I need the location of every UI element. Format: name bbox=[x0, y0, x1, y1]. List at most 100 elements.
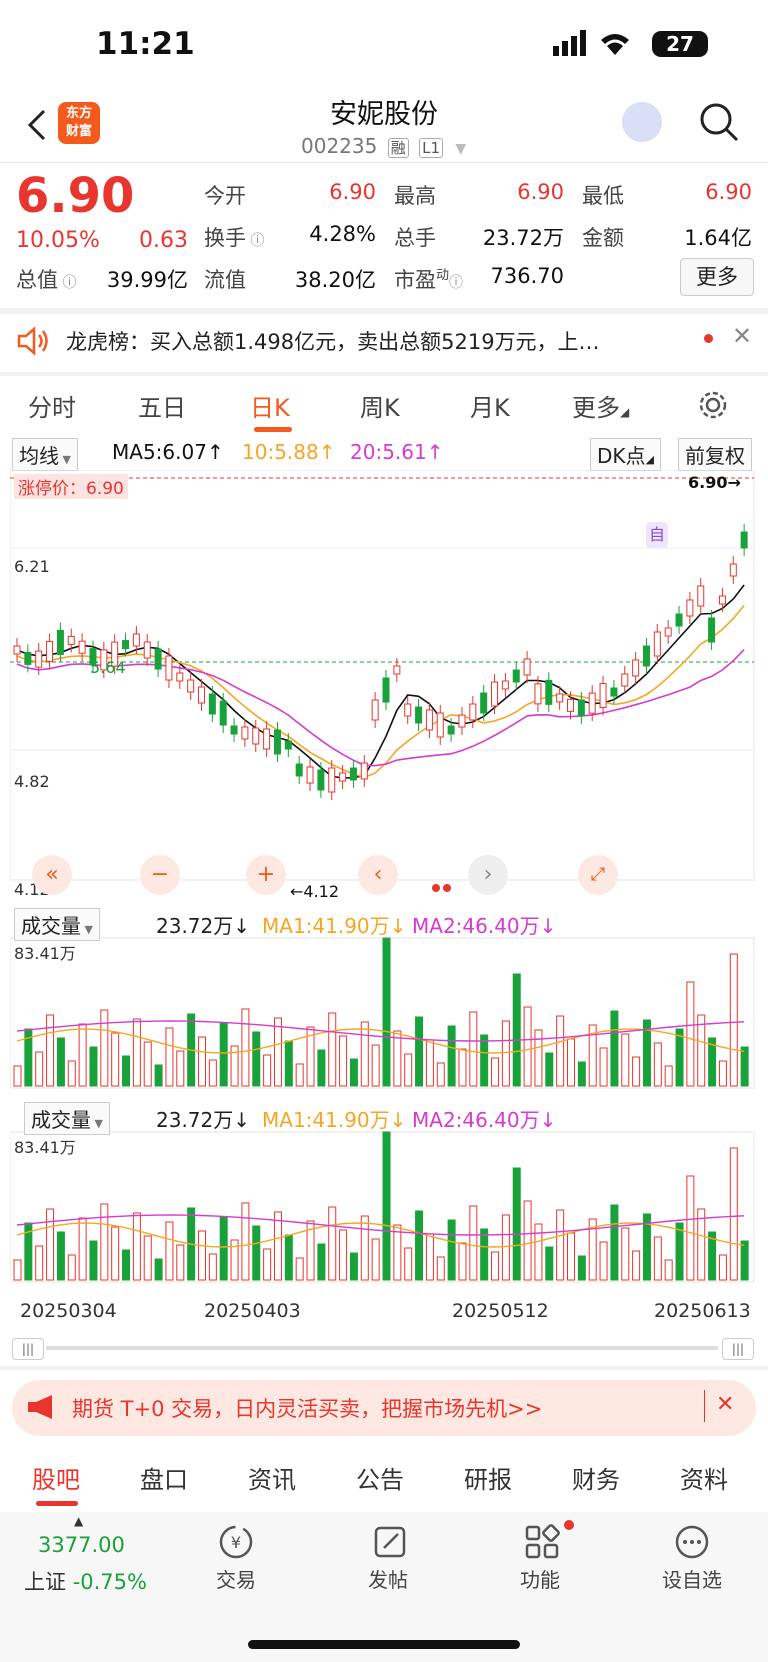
tab-news[interactable]: 资讯 bbox=[248, 1460, 296, 1495]
index-summary[interactable]: 上证 -0.75% bbox=[24, 1566, 147, 1596]
date-label: 20250304 bbox=[20, 1300, 117, 1322]
active-tab-indicator bbox=[254, 427, 292, 432]
volume-bar bbox=[46, 1014, 55, 1087]
tab-profile[interactable]: 资料 bbox=[680, 1460, 728, 1495]
volume-bar bbox=[436, 1256, 445, 1281]
open-label: 今开 bbox=[204, 184, 246, 208]
volume-bar bbox=[371, 1238, 380, 1281]
search-icon[interactable] bbox=[697, 100, 741, 144]
index-value[interactable]: 3377.00 bbox=[38, 1533, 125, 1557]
add-watchlist-label[interactable]: 设自选 bbox=[642, 1564, 742, 1593]
candle bbox=[208, 693, 216, 715]
ma-select[interactable]: 均线 ▼ bbox=[12, 438, 78, 471]
tab-orderbook[interactable]: 盘口 bbox=[140, 1460, 188, 1495]
candle bbox=[35, 650, 43, 668]
adjust-button[interactable]: 前复权 bbox=[678, 438, 752, 471]
volume-bar bbox=[360, 1215, 369, 1281]
volume-bar bbox=[132, 1018, 141, 1087]
candle bbox=[567, 698, 574, 712]
volume-bar bbox=[176, 1244, 185, 1281]
volume-bar bbox=[198, 1036, 206, 1087]
volume-bar bbox=[328, 1206, 337, 1281]
tab-weekly-k[interactable]: 周K bbox=[360, 388, 400, 423]
volume-bar bbox=[501, 1214, 510, 1281]
grid-icon[interactable] bbox=[524, 1524, 560, 1560]
amount-label: 金额 bbox=[582, 226, 624, 250]
volume-select-2[interactable]: 成交量 ▼ bbox=[24, 1102, 110, 1135]
chart-scrollbar[interactable]: ||| ||| bbox=[12, 1338, 754, 1360]
volume-bar bbox=[556, 1209, 565, 1281]
last-price: 6.90 bbox=[16, 168, 135, 224]
assistant-robot-icon[interactable] bbox=[622, 102, 662, 142]
edit-icon[interactable] bbox=[372, 1524, 408, 1560]
volume-bar bbox=[664, 1065, 673, 1087]
volume-select-1[interactable]: 成交量 ▼ bbox=[14, 908, 100, 941]
megaphone-icon bbox=[28, 1395, 52, 1419]
tab-forum[interactable]: 股吧 bbox=[32, 1460, 80, 1495]
prev-button[interactable]: ‹ bbox=[358, 855, 398, 895]
volume-bar bbox=[491, 1251, 500, 1281]
volume-bar bbox=[154, 1258, 163, 1281]
volume-bar bbox=[339, 1035, 348, 1087]
volume-bar bbox=[284, 1234, 293, 1281]
float-value: 38.20亿 bbox=[294, 268, 376, 292]
stock-code-row[interactable]: 002235 融 L1 ▼ bbox=[301, 134, 466, 158]
dk-point-button[interactable]: DK点◢ bbox=[590, 438, 661, 471]
open-value: 6.90 bbox=[329, 180, 376, 204]
date-label: 20250613 bbox=[654, 1300, 751, 1322]
volume-bar bbox=[328, 1012, 337, 1087]
more-dots-icon[interactable] bbox=[674, 1524, 710, 1560]
tab-announcements[interactable]: 公告 bbox=[356, 1460, 404, 1495]
volume-bar bbox=[567, 1232, 575, 1281]
news-text[interactable]: 龙虎榜：买入总额1.498亿元，卖出总额5219万元，上… bbox=[66, 326, 666, 356]
low-price-marker: ←4.12 bbox=[290, 882, 340, 901]
volume-bar bbox=[208, 1059, 217, 1087]
zoom-out-button[interactable]: − bbox=[140, 855, 180, 895]
volume-bar bbox=[697, 1208, 706, 1281]
close-icon[interactable]: ✕ bbox=[732, 322, 752, 350]
candle bbox=[642, 645, 650, 667]
tab-5day[interactable]: 五日 bbox=[138, 388, 186, 423]
tab-intraday[interactable]: 分时 bbox=[28, 388, 76, 423]
speaker-icon bbox=[17, 326, 48, 356]
gear-icon[interactable] bbox=[698, 390, 728, 420]
self-select-tag: 自 bbox=[646, 522, 668, 548]
trade-icon[interactable]: ¥ bbox=[218, 1524, 254, 1560]
candle bbox=[729, 563, 737, 577]
candle bbox=[13, 645, 21, 655]
zoom-in-button[interactable]: + bbox=[246, 855, 286, 895]
candle bbox=[653, 631, 661, 657]
promo-text[interactable]: 期货 T+0 交易，日内灵活买卖，把握市场先机>> bbox=[72, 1393, 542, 1423]
volume-bar bbox=[219, 1216, 228, 1281]
candle bbox=[469, 703, 477, 721]
candle bbox=[187, 679, 195, 693]
volume-max-2: 83.41万 bbox=[14, 1138, 76, 1157]
last-price-marker: 6.90→ bbox=[688, 473, 741, 492]
volume-value-1: 23.72万↓ bbox=[156, 914, 251, 938]
volume-bar bbox=[621, 1033, 630, 1087]
y-axis-label: 6.21 bbox=[14, 557, 50, 576]
volume-bar bbox=[165, 1027, 174, 1087]
more-button[interactable]: 更多 bbox=[680, 258, 754, 296]
tab-monthly-k[interactable]: 月K bbox=[470, 388, 510, 423]
trade-label[interactable]: 交易 bbox=[186, 1564, 286, 1593]
tab-daily-k[interactable]: 日K bbox=[250, 388, 290, 423]
candle bbox=[480, 692, 488, 714]
volume-bar bbox=[664, 1259, 673, 1281]
function-label[interactable]: 功能 bbox=[490, 1564, 590, 1593]
next-button[interactable]: › bbox=[468, 855, 508, 895]
tab-more[interactable]: 更多◢ bbox=[572, 388, 629, 423]
post-label[interactable]: 发帖 bbox=[338, 1564, 438, 1593]
volume-bar bbox=[545, 1246, 554, 1281]
volume-bar bbox=[263, 1054, 272, 1087]
battery-icon: 27 bbox=[652, 31, 708, 57]
fullscreen-icon[interactable]: ⤢ bbox=[578, 855, 618, 895]
candle bbox=[491, 681, 499, 707]
fast-back-button[interactable]: « bbox=[32, 855, 72, 895]
volume-bar bbox=[241, 1202, 250, 1281]
margin-tag: 融 bbox=[387, 138, 409, 158]
close-icon[interactable]: ✕ bbox=[716, 1392, 734, 1417]
candle bbox=[523, 658, 531, 676]
tab-finance[interactable]: 财务 bbox=[572, 1460, 620, 1495]
tab-research[interactable]: 研报 bbox=[464, 1460, 512, 1495]
